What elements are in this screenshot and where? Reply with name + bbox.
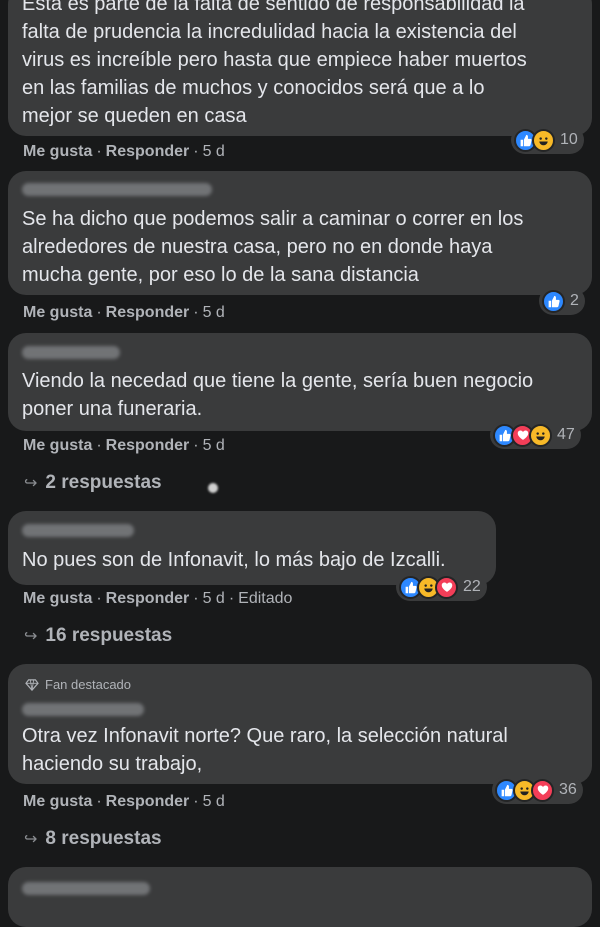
- comment-text: Otra vez Infonavit norte? Que raro, la s…: [22, 725, 508, 775]
- reply-button[interactable]: Responder: [106, 143, 190, 160]
- author-name[interactable]: [22, 882, 150, 895]
- cursor-dot: [208, 483, 218, 493]
- reply-button[interactable]: Responder: [106, 437, 190, 454]
- timestamp[interactable]: 5 d: [203, 304, 225, 321]
- view-replies-link[interactable]: ↪ 2 respuestas: [24, 472, 162, 494]
- reply-button[interactable]: Responder: [106, 304, 190, 321]
- reaction-count: 22: [463, 578, 481, 595]
- comment-text: Viendo la necedad que tiene la gente, se…: [22, 370, 534, 420]
- author-name[interactable]: [22, 346, 120, 359]
- love-icon: [531, 778, 554, 802]
- reply-button[interactable]: Responder: [106, 793, 190, 810]
- timestamp[interactable]: 5 d: [203, 590, 225, 607]
- view-replies-link[interactable]: ↪ 16 respuestas: [24, 625, 172, 647]
- diamond-icon: [25, 678, 39, 691]
- author-name[interactable]: [22, 703, 144, 716]
- like-button[interactable]: Me gusta: [23, 793, 92, 810]
- reaction-count: 2: [570, 292, 579, 309]
- fan-badge: Fan destacado: [25, 677, 131, 692]
- edited-label[interactable]: Editado: [238, 590, 292, 607]
- like-button[interactable]: Me gusta: [23, 437, 92, 454]
- like-button[interactable]: Me gusta: [23, 143, 92, 160]
- reply-arrow-icon: ↪: [24, 831, 38, 848]
- reply-arrow-icon: ↪: [24, 628, 38, 645]
- author-name[interactable]: [22, 524, 134, 537]
- like-button[interactable]: Me gusta: [23, 304, 92, 321]
- timestamp[interactable]: 5 d: [203, 437, 225, 454]
- comment-actions: Me gusta · Responder · 5 d: [23, 793, 225, 810]
- author-name[interactable]: [22, 183, 212, 196]
- reaction-summary[interactable]: 36: [492, 776, 583, 804]
- like-button[interactable]: Me gusta: [23, 590, 92, 607]
- comment-text: No pues son de Infonavit, lo más bajo de…: [22, 549, 446, 571]
- love-icon: [435, 575, 458, 599]
- like-icon: [542, 289, 565, 313]
- haha-icon: [532, 128, 555, 152]
- timestamp[interactable]: 5 d: [203, 143, 225, 160]
- reaction-summary[interactable]: 22: [396, 573, 487, 601]
- reaction-count: 36: [559, 781, 577, 798]
- reaction-summary[interactable]: 10: [511, 126, 584, 154]
- comment-actions: Me gusta · Responder · 5 d: [23, 437, 225, 454]
- view-replies-link[interactable]: ↪ 8 respuestas: [24, 828, 162, 850]
- reaction-count: 10: [560, 131, 578, 148]
- reaction-count: 47: [557, 426, 575, 443]
- comment-actions: Me gusta · Responder · 5 d: [23, 304, 225, 321]
- reaction-summary[interactable]: 47: [490, 421, 581, 449]
- comment-text: Se ha dicho que podemos salir a caminar …: [22, 208, 524, 286]
- comment-bubble: [8, 867, 592, 927]
- haha-icon: [529, 423, 552, 447]
- timestamp[interactable]: 5 d: [203, 793, 225, 810]
- comment-actions: Me gusta · Responder · 5 d · Editado: [23, 590, 293, 607]
- comment-actions: Me gusta · Responder · 5 d: [23, 143, 225, 160]
- reply-arrow-icon: ↪: [24, 475, 38, 492]
- reaction-summary[interactable]: 2: [539, 287, 585, 315]
- reply-button[interactable]: Responder: [106, 590, 190, 607]
- comment-text: Esta es parte de la falta de sentido de …: [22, 0, 527, 127]
